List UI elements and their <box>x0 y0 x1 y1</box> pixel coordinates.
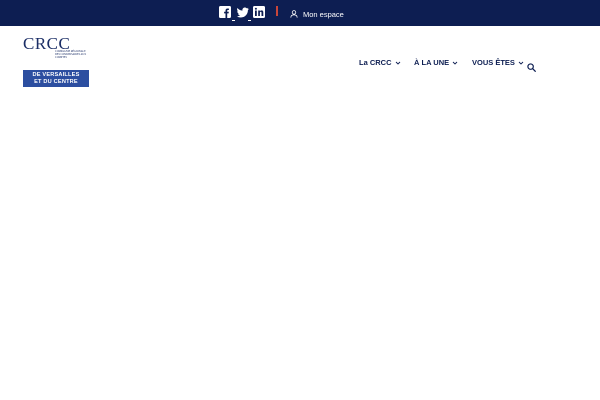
site-logo[interactable]: CRCC Compagnie régionale des commissaire… <box>23 35 89 87</box>
logo-plate: DE VERSAILLES ET DU CENTRE <box>23 70 89 87</box>
top-bar-separator <box>276 6 278 16</box>
chevron-down-icon <box>518 61 524 65</box>
user-icon <box>290 10 298 18</box>
nav-item-la-crcc[interactable]: La CRCC <box>359 58 401 67</box>
nav-item-label: La CRCC <box>359 58 392 67</box>
social-dot <box>248 20 251 21</box>
linkedin-icon[interactable] <box>253 6 265 18</box>
chevron-down-icon <box>395 61 400 65</box>
logo-mark: CRCC Compagnie régionale des commissaire… <box>23 35 89 68</box>
nav-item-vous-etes[interactable]: VOUS ÊTES <box>472 58 524 67</box>
nav-item-label: À LA UNE <box>414 58 450 67</box>
search-icon[interactable] <box>527 63 536 72</box>
account-label: Mon espace <box>303 9 344 19</box>
logo-plate-line-2: ET DU CENTRE <box>34 78 78 85</box>
twitter-icon[interactable] <box>237 6 249 18</box>
chevron-down-icon <box>452 61 458 65</box>
nav-item-a-la-une[interactable]: À LA UNE <box>414 58 458 67</box>
logo-plate-line-1: DE VERSAILLES <box>32 71 80 78</box>
logo-tagline: Compagnie régionale des commissaires aux… <box>55 50 87 59</box>
top-bar: Mon espace <box>0 0 600 26</box>
nav-item-label: VOUS ÊTES <box>472 58 515 67</box>
social-dot <box>232 20 235 21</box>
account-link[interactable]: Mon espace <box>290 7 344 21</box>
facebook-icon[interactable] <box>219 6 231 18</box>
